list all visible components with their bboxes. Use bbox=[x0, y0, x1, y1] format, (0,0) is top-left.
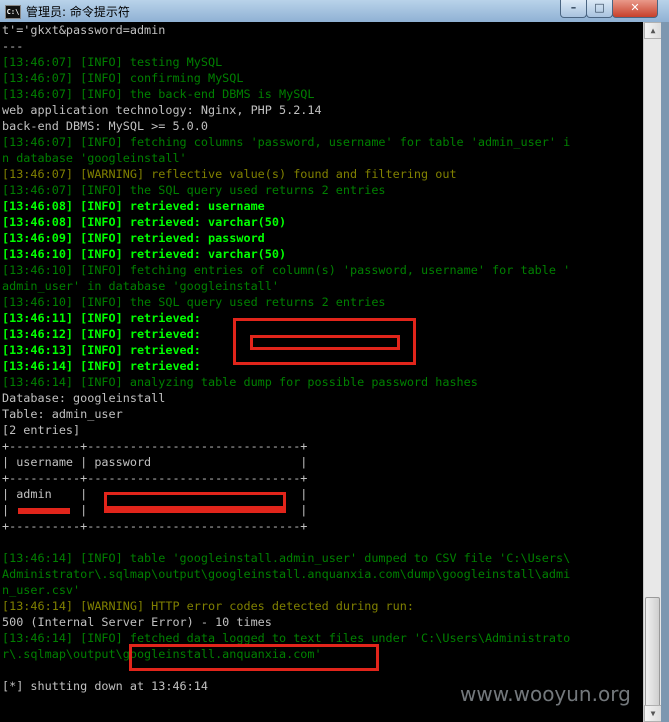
vertical-scrollbar[interactable]: ▲ ▼ bbox=[643, 22, 662, 722]
console-line: web application technology: Nginx, PHP 5… bbox=[2, 103, 322, 117]
console-line: | username | password | bbox=[2, 455, 308, 469]
command-prompt-window: C:\ 管理员: 命令提示符 – □ ✕ t'='gkxt&password=a… bbox=[0, 0, 669, 722]
console-line: [13:46:07] [INFO] the back-end DBMS is M… bbox=[2, 87, 315, 101]
watermark: www.wooyun.org bbox=[460, 682, 631, 706]
console-line: n database 'googleinstall' bbox=[2, 151, 187, 165]
console-line: [13:46:10] [INFO] fetching entries of co… bbox=[2, 263, 571, 277]
window-frame bbox=[661, 22, 669, 722]
console-line: back-end DBMS: MySQL >= 5.0.0 bbox=[2, 119, 208, 133]
console-line: t'='gkxt&password=admin bbox=[2, 23, 166, 37]
console-line: | | | bbox=[2, 503, 308, 517]
console-line: Administrator\.sqlmap\output\googleinsta… bbox=[2, 567, 571, 581]
console-line: [13:46:07] [INFO] the SQL query used ret… bbox=[2, 183, 386, 197]
console-line: [13:46:09] [INFO] retrieved: password bbox=[2, 231, 265, 245]
console-output[interactable]: t'='gkxt&password=admin --- [13:46:07] [IN… bbox=[0, 22, 643, 722]
window-title: 管理员: 命令提示符 bbox=[26, 5, 130, 19]
console-line: [13:46:07] [INFO] confirming MySQL bbox=[2, 71, 244, 85]
console-line: +----------+----------------------------… bbox=[2, 519, 308, 533]
console-line: +----------+----------------------------… bbox=[2, 471, 308, 485]
console-line: --- bbox=[2, 39, 24, 53]
console-line: | admin | | bbox=[2, 487, 308, 501]
minimize-button[interactable]: – bbox=[560, 0, 587, 18]
console-line: +----------+----------------------------… bbox=[2, 439, 308, 453]
console-line: [13:46:14] [WARNING] HTTP error codes de… bbox=[2, 599, 414, 613]
redaction-box bbox=[129, 644, 379, 671]
console-line: [13:46:10] [INFO] the SQL query used ret… bbox=[2, 295, 386, 309]
console-line: Table: admin_user bbox=[2, 407, 123, 421]
console-line: [2 entries] bbox=[2, 423, 81, 437]
scroll-up-arrow-icon[interactable]: ▲ bbox=[644, 22, 662, 39]
scroll-thumb[interactable] bbox=[645, 597, 660, 707]
title-bar[interactable]: C:\ 管理员: 命令提示符 – □ ✕ bbox=[0, 0, 669, 23]
console-line: [13:46:10] [INFO] retrieved: varchar(50) bbox=[2, 247, 287, 261]
close-button[interactable]: ✕ bbox=[612, 0, 658, 18]
console-line: Database: googleinstall bbox=[2, 391, 166, 405]
console-line: [13:46:07] [INFO] testing MySQL bbox=[2, 55, 223, 69]
redaction-bar bbox=[104, 506, 286, 512]
console-line: [13:46:07] [WARNING] reflective value(s)… bbox=[2, 167, 457, 181]
console-line: n_user.csv' bbox=[2, 583, 81, 597]
maximize-button[interactable]: □ bbox=[586, 0, 613, 18]
console-line: [13:46:08] [INFO] retrieved: username bbox=[2, 199, 265, 213]
cmd-icon[interactable]: C:\ bbox=[5, 5, 21, 19]
redaction-bar bbox=[18, 508, 70, 514]
console-line: [13:46:14] [INFO] table 'googleinstall.a… bbox=[2, 551, 571, 565]
console-line: [13:46:14] [INFO] analyzing table dump f… bbox=[2, 375, 478, 389]
redaction-box bbox=[250, 335, 400, 350]
console-line: admin_user' in database 'googleinstall' bbox=[2, 279, 279, 293]
console-line: 500 (Internal Server Error) - 10 times bbox=[2, 615, 272, 629]
console-line: [13:46:07] [INFO] fetching columns 'pass… bbox=[2, 135, 571, 149]
scroll-down-arrow-icon[interactable]: ▼ bbox=[644, 705, 662, 722]
console-line: [13:46:08] [INFO] retrieved: varchar(50) bbox=[2, 215, 287, 229]
